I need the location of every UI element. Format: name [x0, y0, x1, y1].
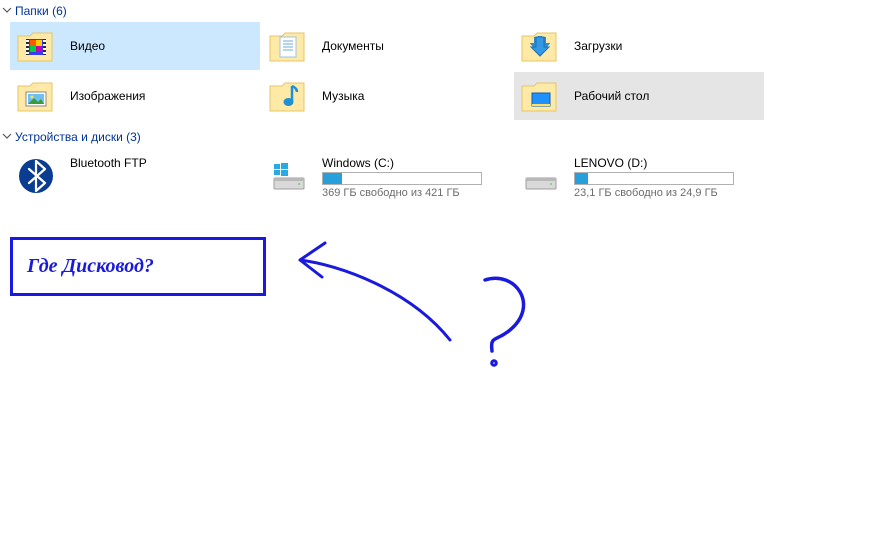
folder-video-icon — [16, 28, 56, 64]
chevron-down-icon — [2, 130, 12, 144]
drive-icon — [520, 156, 560, 196]
device-item-drive-d[interactable]: LENOVO (D:) 23,1 ГБ свободно из 24,9 ГБ — [514, 152, 764, 203]
drive-free-text: 369 ГБ свободно из 421 ГБ — [322, 187, 482, 199]
drive-windows-icon — [268, 156, 308, 196]
device-item-drive-c[interactable]: Windows (C:) 369 ГБ свободно из 421 ГБ — [262, 152, 512, 203]
folders-grid: Видео Документы Загрузки — [0, 22, 890, 126]
section-header-devices[interactable]: Устройства и диски (3) — [0, 126, 890, 148]
drive-usage-bar — [322, 172, 482, 185]
folder-desktop-icon — [520, 78, 560, 114]
folder-label: Документы — [322, 39, 384, 53]
annotation-text: Где Дисковод? — [27, 255, 154, 278]
bluetooth-icon — [16, 156, 56, 196]
folder-pictures-icon — [16, 78, 56, 114]
folder-item-video[interactable]: Видео — [10, 22, 260, 70]
drive-free-text: 23,1 ГБ свободно из 24,9 ГБ — [574, 187, 734, 199]
annotation-arrow-icon — [280, 235, 560, 375]
chevron-down-icon — [2, 4, 12, 18]
folder-music-icon — [268, 78, 308, 114]
folder-documents-icon — [268, 28, 308, 64]
folder-label: Загрузки — [574, 39, 622, 53]
device-name: LENOVO (D:) — [574, 156, 734, 170]
folder-item-pictures[interactable]: Изображения — [10, 72, 260, 120]
folder-label: Рабочий стол — [574, 89, 649, 103]
folder-downloads-icon — [520, 28, 560, 64]
folder-item-desktop[interactable]: Рабочий стол — [514, 72, 764, 120]
device-name: Bluetooth FTP — [70, 156, 147, 170]
section-header-folders[interactable]: Папки (6) — [0, 0, 890, 22]
folder-label: Видео — [70, 39, 105, 53]
device-item-bluetooth[interactable]: Bluetooth FTP — [10, 152, 260, 203]
folder-item-documents[interactable]: Документы — [262, 22, 512, 70]
device-name: Windows (C:) — [322, 156, 482, 170]
drive-usage-bar — [574, 172, 734, 185]
section-title: Папки (6) — [15, 4, 67, 18]
folder-item-downloads[interactable]: Загрузки — [514, 22, 764, 70]
annotation-box: Где Дисковод? — [10, 237, 266, 296]
section-title: Устройства и диски (3) — [15, 130, 141, 144]
folder-label: Изображения — [70, 89, 145, 103]
folder-label: Музыка — [322, 89, 364, 103]
folder-item-music[interactable]: Музыка — [262, 72, 512, 120]
devices-grid: Bluetooth FTP Windows (C:) 369 ГБ свобод… — [0, 148, 890, 203]
